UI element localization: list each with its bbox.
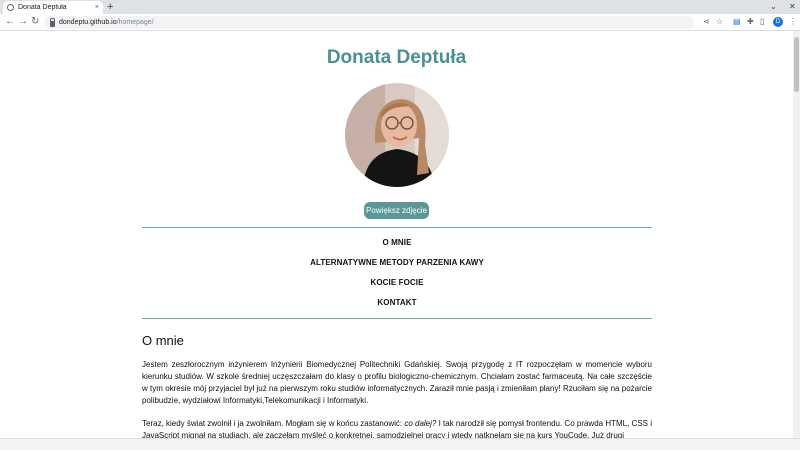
section-heading-o-mnie: O mnie xyxy=(142,333,184,348)
bottom-bar xyxy=(0,438,800,450)
browser-tab[interactable]: Donata Deptuła × xyxy=(3,1,103,14)
sidebar-icon[interactable]: ▯ xyxy=(760,17,764,27)
address-bar[interactable]: dondeptu.github.io/homepage/ xyxy=(44,16,694,29)
about-paragraph-1: Jestem zeszłorocznym inżynierem Inżynier… xyxy=(142,360,652,405)
tab-close-icon[interactable]: × xyxy=(95,4,99,11)
nav-item-kocie-focie[interactable]: KOCIE FOCIE xyxy=(370,278,423,287)
kebab-menu-icon[interactable]: ⋮ xyxy=(789,17,797,27)
profile-avatar[interactable]: D xyxy=(773,17,783,27)
tab-title: Donata Deptuła xyxy=(18,4,67,11)
vertical-scrollbar[interactable] xyxy=(793,31,800,438)
reload-icon[interactable]: ↻ xyxy=(31,16,39,28)
forward-icon[interactable]: → xyxy=(18,16,28,28)
chevron-down-icon[interactable]: ⌄ xyxy=(770,2,777,12)
divider-top xyxy=(142,227,652,228)
lock-icon xyxy=(50,17,55,27)
nav-item-kontakt[interactable]: KONTAKT xyxy=(377,298,416,307)
nav-item-o-mnie[interactable]: O MNIE xyxy=(382,238,411,247)
page-title: Donata Deptuła xyxy=(326,47,467,68)
bookmark-star-icon[interactable]: ☆ xyxy=(716,17,723,27)
extension-icon[interactable]: ▤ xyxy=(733,17,741,27)
page-content: Donata Deptuła Powiększ zdjęcie O MNIE A… xyxy=(0,31,793,438)
profile-photo xyxy=(345,83,449,187)
puzzle-icon[interactable]: ✚ xyxy=(747,17,754,27)
new-tab-button[interactable]: + xyxy=(107,1,113,13)
url-text: dondeptu.github.io/homepage/ xyxy=(59,19,154,26)
share-icon[interactable]: ⋖ xyxy=(703,17,710,27)
enlarge-photo-button[interactable]: Powiększ zdjęcie xyxy=(364,202,429,219)
back-icon[interactable]: ← xyxy=(5,16,15,28)
close-window-icon[interactable]: ✕ xyxy=(789,2,796,12)
about-paragraph-2: Teraz, kiedy świat zwolnił i ja zwolniła… xyxy=(142,419,653,438)
globe-icon xyxy=(7,4,14,11)
nav-item-metody-kawy[interactable]: ALTERNATYWNE METODY PARZENIA KAWY xyxy=(310,258,484,267)
browser-toolbar: ← → ↻ dondeptu.github.io/homepage/ ⋖ ☆ ▤… xyxy=(0,14,800,31)
divider-bottom xyxy=(142,318,652,319)
tab-strip: Donata Deptuła × + ⌄ ✕ xyxy=(0,0,800,14)
scrollbar-thumb[interactable] xyxy=(794,37,799,92)
